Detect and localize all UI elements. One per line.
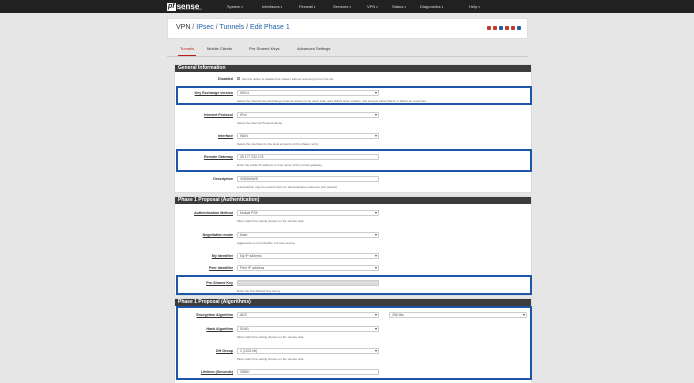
- caret-down-icon: ▾: [376, 4, 378, 9]
- breadcrumb: VPN / IPsec / Tunnels / Edit Phase 1: [176, 24, 290, 31]
- caret-down-icon: ▾: [280, 4, 283, 9]
- help-icon[interactable]: [517, 26, 521, 30]
- auth-method-select[interactable]: Mutual PSK: [237, 210, 379, 216]
- settings-icon[interactable]: [493, 26, 497, 30]
- general-information-panel: General Information Disabled Set this op…: [174, 64, 532, 193]
- caret-down-icon: ▾: [441, 4, 444, 9]
- highlight-algorithms: [176, 306, 532, 380]
- chart-icon[interactable]: [505, 26, 509, 30]
- disabled-label: Disabled: [218, 77, 233, 81]
- breadcrumb-tunnels[interactable]: Tunnels: [220, 24, 245, 31]
- pfsense-logo[interactable]: pf sense SECURITY GATEWAY: [167, 1, 203, 12]
- breadcrumb-separator: /: [192, 24, 195, 31]
- logo-pf: pf: [167, 2, 176, 11]
- auth-method-label: Authentication Method: [194, 211, 233, 215]
- menu-diagnostics[interactable]: Diagnostics ▾: [420, 0, 443, 13]
- breadcrumb-separator: /: [215, 24, 218, 31]
- negotiation-mode-label: Negotiation mode: [202, 233, 233, 237]
- description-input[interactable]: VMDMAWS: [237, 176, 379, 182]
- panel-title: Phase 1 Proposal (Authentication): [175, 197, 531, 204]
- page-title[interactable]: Edit Phase 1: [250, 24, 290, 31]
- menu-vpn[interactable]: VPN ▾: [367, 0, 378, 13]
- interface-select[interactable]: WAN: [237, 133, 379, 139]
- table-icon[interactable]: [511, 26, 515, 30]
- description-help: A description may be entered here for ad…: [237, 185, 338, 189]
- internet-protocol-help: Select the Internet Protocol family.: [237, 121, 283, 125]
- caret-down-icon: ▾: [349, 4, 351, 9]
- panel-title: General Information: [175, 65, 531, 72]
- breadcrumb-ipsec[interactable]: IPsec: [196, 24, 214, 31]
- menu-status[interactable]: Status ▾: [392, 0, 406, 13]
- negotiation-mode-help: Aggressive is more flexible, but less se…: [237, 241, 296, 245]
- interface-help: Select the interface for the local endpo…: [237, 142, 319, 146]
- internet-protocol-label: Internet Protocol: [204, 113, 233, 117]
- tab-advanced-settings[interactable]: Advanced Settings: [297, 46, 330, 51]
- menu-interfaces[interactable]: Interfaces ▾: [262, 0, 282, 13]
- page-tools: [487, 26, 521, 30]
- menu-help[interactable]: Help ▾: [469, 0, 480, 13]
- highlight-pre-shared-key: [176, 275, 532, 295]
- tab-mobile-clients[interactable]: Mobile Clients: [207, 46, 232, 51]
- caret-down-icon: ▾: [313, 4, 316, 9]
- my-identifier-select[interactable]: My IP address: [237, 253, 379, 259]
- menu-services[interactable]: Services ▾: [333, 0, 351, 13]
- peer-identifier-select[interactable]: Peer IP address: [237, 265, 379, 271]
- tab-tunnels[interactable]: Tunnels: [177, 46, 197, 56]
- highlight-remote-gateway: [176, 149, 532, 172]
- top-navbar: pf sense SECURITY GATEWAY System ▾ Interf…: [0, 0, 694, 13]
- my-identifier-label: My identifier: [211, 254, 233, 258]
- caret-down-icon: ▾: [241, 4, 243, 9]
- menu-firewall[interactable]: Firewall ▾: [299, 0, 315, 13]
- disabled-help: Set this option to disable this phase1 w…: [242, 77, 334, 81]
- breadcrumb-vpn: VPN: [176, 24, 191, 31]
- interface-label: Interface: [218, 134, 233, 138]
- restart-icon[interactable]: [487, 26, 491, 30]
- logo-subtitle: SECURITY GATEWAY: [179, 9, 203, 11]
- internet-protocol-select[interactable]: IPv4: [237, 112, 379, 118]
- description-label: Description: [213, 177, 233, 181]
- list-icon[interactable]: [499, 26, 503, 30]
- breadcrumb-bar: VPN / IPsec / Tunnels / Edit Phase 1: [167, 18, 528, 39]
- caret-down-icon: ▾: [404, 4, 406, 9]
- menu-system[interactable]: System ▾: [227, 0, 243, 13]
- negotiation-mode-select[interactable]: Main: [237, 232, 379, 238]
- tab-pre-shared-keys[interactable]: Pre-Shared Keys: [249, 46, 279, 51]
- peer-identifier-label: Peer identifier: [209, 266, 233, 270]
- caret-down-icon: ▾: [478, 4, 480, 9]
- highlight-key-exchange: [176, 86, 532, 105]
- disabled-checkbox[interactable]: [237, 77, 240, 80]
- auth-method-help: Must match the setting chosen on the rem…: [237, 219, 305, 223]
- breadcrumb-separator: /: [246, 24, 249, 31]
- tab-bar: Tunnels Mobile Clients Pre-Shared Keys A…: [167, 43, 528, 57]
- panel-title: Phase 1 Proposal (Algorithms): [175, 299, 531, 306]
